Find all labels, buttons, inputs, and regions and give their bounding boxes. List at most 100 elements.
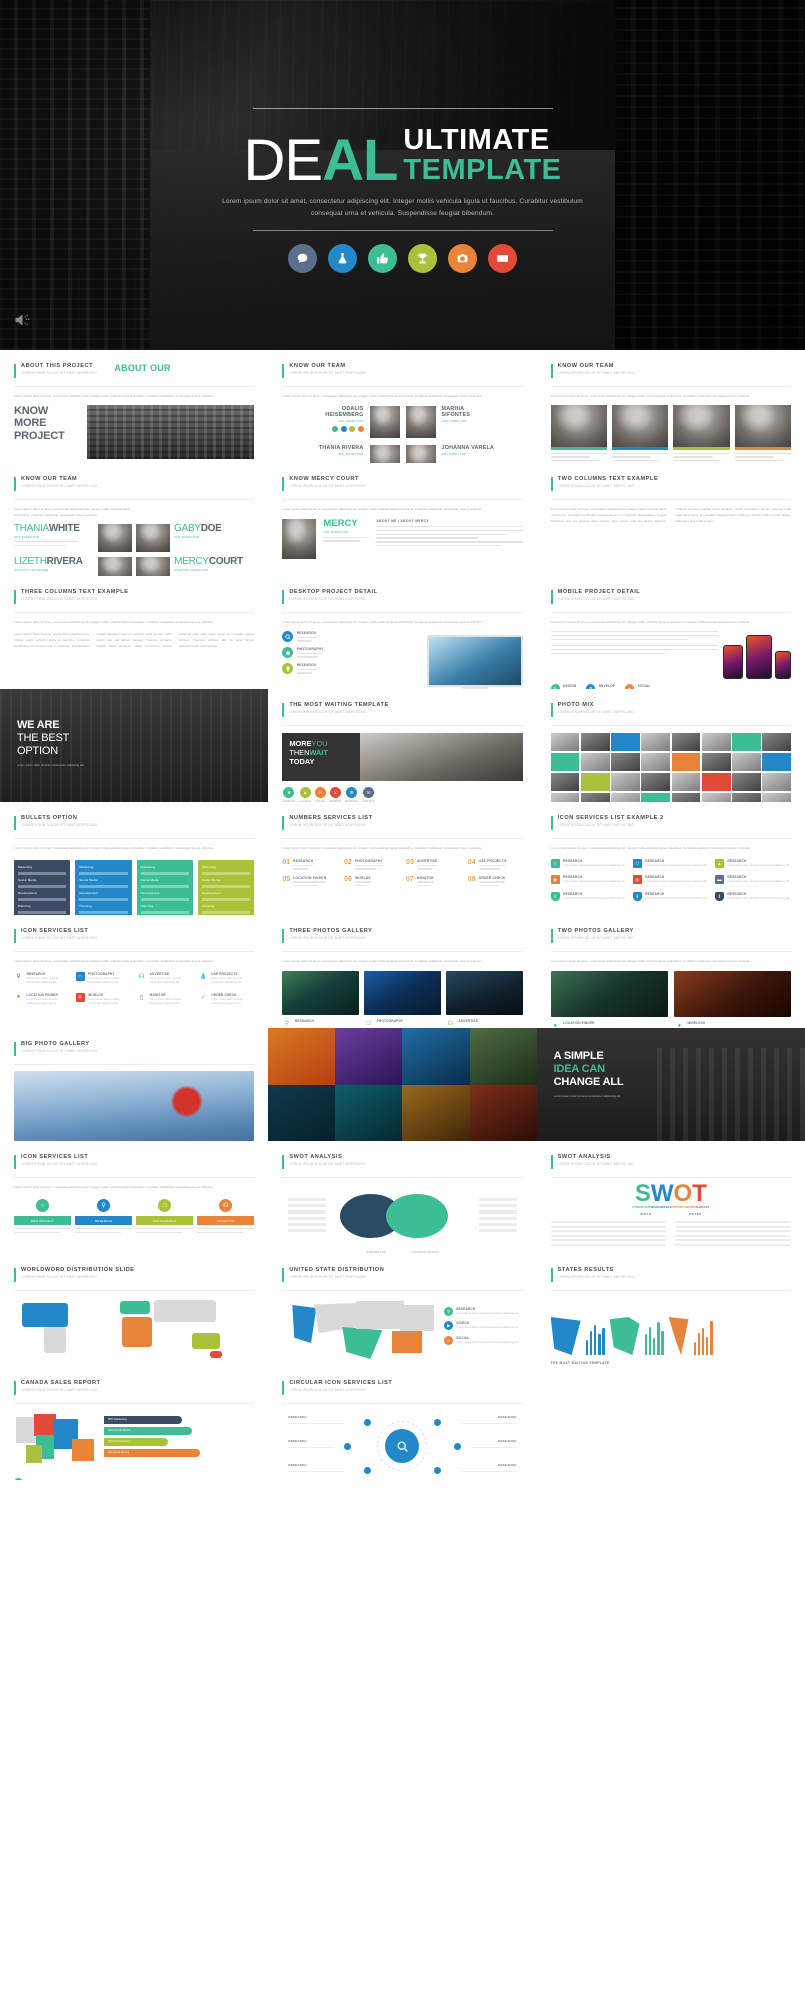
gallery-photo[interactable] [282, 971, 360, 1016]
numbered-item[interactable]: 06 WORLDS [344, 876, 399, 887]
slide-circular-icon-services-list[interactable]: CIRCULAR ICON SERVICES LIST LOREM IPSUM … [268, 1367, 537, 1480]
tab-photography[interactable]: PHOTOGRAPHY [136, 1216, 194, 1226]
slide-desktop-project-detail[interactable]: DESKTOP PROJECT DETAIL LOREM IPSUM DOLOR… [268, 576, 537, 689]
circle-node[interactable] [434, 1467, 442, 1474]
waiting-icon-item[interactable]: ∞ SOCIAL [314, 787, 326, 802]
icon-service-item[interactable]: ◎ WORLDS Lorem ipsum dolor sit amet consec… [75, 992, 132, 1007]
slide-icon-services-list-2[interactable]: ICON SERVICES LIST LOREM IPSUM DOLOR SIT… [0, 1141, 269, 1254]
waiting-icon-item[interactable]: ▲ LAUNCH [300, 787, 311, 802]
region-asia[interactable] [154, 1300, 216, 1322]
gallery-photo[interactable] [364, 971, 441, 1016]
state-group-midwest[interactable] [356, 1301, 405, 1329]
gallery-photo[interactable] [550, 971, 668, 1018]
legend-row[interactable]: ∞ SOCIAL Lorem ipsum dolor sit amet consec… [444, 1335, 519, 1345]
icon-service-item[interactable]: □ PHOTOGRAPHY Lorem ipsum dolor sit amet c… [75, 972, 132, 986]
camera-icon[interactable] [448, 244, 477, 274]
numbered-item[interactable]: 08 ORDER CHECK [468, 876, 523, 887]
social-dot-instagram[interactable] [357, 426, 364, 433]
big-gallery-photo[interactable] [14, 1071, 255, 1141]
icon-service-item[interactable]: ◎ RESEARCH Lorem ipsum dolor sit amet cons… [632, 875, 709, 885]
circle-node[interactable] [344, 1443, 352, 1450]
slide-tile-photo-slide[interactable] [268, 1028, 537, 1141]
icon-service-item[interactable]: ○ RESEARCH Lorem ipsum dolor sit amet cons… [550, 859, 627, 869]
slide-swot-analysis-letters[interactable]: SWOT ANALYSIS LOREM IPSUM DOLOR SIT AMET… [536, 1141, 805, 1254]
region-north-america[interactable] [22, 1303, 68, 1327]
tile-photo[interactable] [335, 1084, 403, 1141]
state-shape-texas[interactable] [609, 1317, 640, 1355]
legend-row[interactable]: ⚲ RESEARCH Lorem ipsum dolor sit amet cons… [444, 1307, 519, 1316]
slide-know-our-team-2[interactable]: KNOW OUR TEAM LOREM IPSUM DOLOR SIT AMET… [536, 350, 805, 463]
slide-big-photo-gallery[interactable]: BIG PHOTO GALLERY LOREM IPSUM DOLOR SIT … [0, 1028, 269, 1141]
icon-service-item[interactable]: ‖ RESEARCH Lorem ipsum dolor sit amet cons… [714, 891, 791, 901]
state-texas[interactable] [342, 1327, 383, 1359]
gallery-photo[interactable] [673, 971, 791, 1018]
slide-canada-sales-report[interactable]: CANADA SALES REPORT LOREM IPSUM DOLOR SI… [0, 1367, 269, 1480]
numbered-item[interactable]: 03 ADVERTISE [406, 859, 461, 870]
numbered-item[interactable]: 04 USE PROJECTS [468, 859, 523, 870]
numbered-item[interactable]: 05 LOCATION FINDER [282, 876, 337, 887]
bullet-column[interactable]: Marketing Social Media Development Plann… [75, 860, 132, 915]
gallery-photo[interactable] [445, 971, 523, 1016]
numbered-item[interactable]: 02 PHOTOGRAPHY [344, 859, 399, 870]
region-europe[interactable] [120, 1301, 150, 1314]
icon-service-item[interactable]: ‖ RESEARCH Lorem ipsum dolor sit amet cons… [632, 891, 709, 901]
slide-know-our-team-1[interactable]: KNOW OUR TEAM LOREM IPSUM DOLOR SIT AMET… [268, 350, 537, 463]
icon-service-item[interactable]: ✓ ORDER CHECK Lorem ipsum dolor sit amet c… [199, 993, 255, 1007]
state-shape-california[interactable] [550, 1317, 581, 1355]
circle-node[interactable] [364, 1467, 372, 1474]
region-new-zealand[interactable] [210, 1351, 222, 1358]
region-south-america[interactable] [44, 1327, 66, 1353]
slide-states-results[interactable]: STATES RESULTS LOREM IPSUM DOLOR SIT AME… [536, 1254, 805, 1367]
slide-two-photos-gallery[interactable]: TWO PHOTOS GALLERY LOREM IPSUM DOLOR SIT… [536, 915, 805, 1028]
icon-service-item[interactable]: ◆ RESEARCH Lorem ipsum dolor sit amet cons… [550, 875, 627, 885]
slide-three-photos-gallery[interactable]: THREE PHOTOS GALLERY LOREM IPSUM DOLOR S… [268, 915, 537, 1028]
feature-item[interactable]: RESEARCH [282, 631, 420, 643]
slide-photo-mix[interactable]: PHOTO MIX LOREM IPSUM DOLOR SIT AMET ADI… [536, 689, 805, 802]
thumbs-up-icon[interactable] [368, 244, 397, 274]
slide-about-this-project[interactable]: ABOUT THIS PROJECT LOREM IPSUM DOLOR SIT… [0, 350, 269, 463]
waiting-icon-item[interactable]: ■ COMPANY [282, 787, 295, 802]
bullet-column[interactable]: Marketing Social Media Development Plann… [14, 860, 71, 915]
waiting-icon-item[interactable]: ✉ CONTACT [362, 787, 375, 802]
speaker-icon[interactable] [14, 313, 31, 332]
tab-new-project[interactable]: NEW PROJECT [14, 1216, 72, 1226]
slide-united-state-distribution[interactable]: UNITED STATE DISTRIBUTION LOREM IPSUM DO… [268, 1254, 537, 1367]
waiting-icon-item[interactable]: ⚔ AWARDS [330, 787, 342, 802]
slide-mobile-project-detail[interactable]: MOBILE PROJECT DETAIL LOREM IPSUM DOLOR … [536, 576, 805, 689]
slide-a-simple-idea-can-change-all[interactable]: A SIMPLE IDEA CAN CHANGE ALL Lorem ipsum… [536, 1028, 805, 1141]
slide-the-most-waiting-template[interactable]: THE MOST WAITING TEMPLATE LOREM IPSUM DO… [268, 689, 537, 802]
bullet-column[interactable]: Marketing Social Media Development Plann… [197, 860, 255, 915]
icon-service-item[interactable]: ‖ RESEARCH Lorem ipsum dolor sit amet cons… [550, 891, 627, 901]
numbered-item[interactable]: 07 MONITOR [406, 876, 461, 887]
region-africa[interactable] [122, 1317, 152, 1347]
state-florida[interactable] [392, 1331, 423, 1353]
state-group-east[interactable] [400, 1305, 435, 1331]
slide-bullets-option[interactable]: BULLETS OPTION LOREM IPSUM DOLOR SIT AME… [0, 802, 269, 915]
slide-icon-services-list[interactable]: ICON SERVICES LIST LOREM IPSUM DOLOR SIT… [0, 915, 269, 1028]
state-shape-florida[interactable] [668, 1317, 689, 1355]
icon-service-item[interactable]: ⚲ RESEARCH Lorem ipsum dolor sit amet cons… [14, 972, 70, 986]
tile-photo[interactable] [469, 1028, 537, 1085]
social-dot-twitter[interactable] [340, 426, 347, 433]
icon-service-item[interactable]: 💧 USE PROJECTS Lorem ipsum dolor sit amet … [199, 972, 255, 986]
tile-photo[interactable] [268, 1084, 336, 1141]
waiting-icon-item[interactable]: ⚙ WORKING [345, 787, 358, 802]
feature-item[interactable]: RESEARCH [282, 663, 420, 675]
magnifier-icon[interactable] [385, 1429, 420, 1463]
slide-numbers-services-list[interactable]: NUMBERS SERVICES LIST LOREM IPSUM DOLOR … [268, 802, 537, 915]
social-dot-facebook[interactable] [332, 426, 338, 433]
tile-photo[interactable] [402, 1028, 470, 1085]
tab-advertise[interactable]: ADVERTISE [197, 1216, 255, 1226]
tile-photo[interactable] [268, 1028, 336, 1085]
slide-three-columns-text-example[interactable]: THREE COLUMNS TEXT EXAMPLE LOREM IPSUM D… [0, 576, 269, 689]
circle-node[interactable] [364, 1419, 372, 1426]
tile-photo[interactable] [469, 1084, 537, 1141]
bullet-column[interactable]: Marketing Social Media Development Plann… [136, 860, 193, 915]
slide-know-our-team-3[interactable]: KNOW OUR TEAM LOREM IPSUM DOLOR SIT AMET… [0, 463, 269, 576]
slide-worldwide-distribution[interactable]: WORLDWORD DISTRIBUTION SLIDE LOREM IPSUM… [0, 1254, 269, 1367]
icon-service-item[interactable]: ▲ RESEARCH Lorem ipsum dolor sit amet cons… [714, 859, 791, 869]
bar-social-media[interactable]: 72% Social Media [104, 1427, 192, 1435]
bar-data-mining[interactable]: 84% Data Mining [104, 1449, 200, 1457]
slide-two-columns-text-example[interactable]: TWO COLUMNS TEXT EXAMPLE LOREM IPSUM DOL… [536, 463, 805, 576]
slide-we-are-the-best-option[interactable]: WE ARE THE BEST OPTION Lorem ipsum dolor… [0, 689, 269, 802]
